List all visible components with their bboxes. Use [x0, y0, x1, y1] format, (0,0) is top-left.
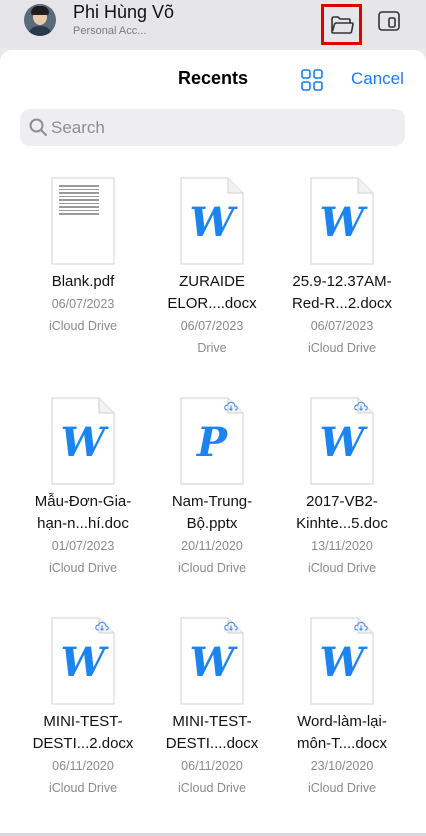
cloud-download-icon — [95, 621, 109, 631]
file-location: iCloud Drive — [177, 561, 247, 575]
file-item[interactable]: W Word-làm-lại-môn-T....docx 23/10/2020 iCl… — [277, 617, 407, 799]
account-bar: Phi Hùng Võ Personal Acc... — [0, 0, 426, 48]
file-name-line2: ELOR....docx — [167, 295, 257, 312]
device-icon — [378, 11, 400, 31]
cloud-download-icon — [224, 401, 238, 411]
file-type-letter: W — [319, 419, 365, 466]
file-date: 06/07/2023 — [51, 297, 115, 311]
file-name-line2: hạn-n...hí.doc — [37, 515, 129, 532]
search-icon — [29, 118, 47, 136]
file-item[interactable]: W MINI-TEST- DESTI...2.docx 06/11/2020 iClou… — [18, 617, 148, 799]
file-name-line2: Bộ.pptx — [186, 515, 238, 532]
grid-icon — [301, 69, 323, 91]
folder-button[interactable] — [321, 4, 362, 45]
search-input[interactable]: Search — [51, 118, 105, 138]
file-name-line2: DESTI...2.docx — [32, 735, 134, 752]
account-subtitle: Personal Acc... — [73, 25, 147, 37]
cancel-button[interactable]: Cancel — [351, 69, 404, 89]
file-type-letter: W — [319, 639, 365, 686]
word-file-icon: W — [310, 617, 374, 705]
file-date: 20/11/2020 — [181, 539, 243, 553]
file-name: Word-làm-lại- — [297, 713, 387, 730]
file-name: MINI-TEST- — [172, 713, 252, 730]
pdf-thumbnail — [51, 177, 115, 265]
file-date: 23/10/2020 — [310, 759, 374, 773]
file-name-line2: Red-R...2.docx — [291, 295, 393, 312]
search-bar[interactable]: Search — [20, 109, 405, 146]
file-location: Drive — [197, 341, 227, 355]
word-file-icon: W — [51, 397, 115, 485]
file-name: 25.9-12.37AM- — [292, 273, 392, 290]
account-name: Phi Hùng Võ — [73, 2, 175, 22]
file-date: 13/11/2020 — [311, 539, 373, 553]
file-name: MINI-TEST- — [43, 713, 123, 730]
file-location: iCloud Drive — [48, 319, 118, 333]
word-file-icon: W — [310, 177, 374, 265]
file-item[interactable]: W 2017-VB2- Kinhte...5.doc 13/11/2020 iCloud… — [277, 397, 407, 579]
file-picker-sheet: Recents Cancel Search Blank.pdf 06/07/202… — [0, 50, 426, 836]
file-name: ZURAIDE — [179, 273, 245, 290]
file-date: 01/07/2023 — [51, 539, 115, 553]
folder-icon — [330, 15, 354, 34]
grid-view-button[interactable] — [301, 69, 323, 91]
file-type-letter: P — [196, 419, 228, 466]
file-item[interactable]: W ZURAIDE ELOR....docx 06/07/2023 Drive — [147, 177, 277, 359]
file-type-letter: W — [60, 419, 106, 466]
file-name: Mẫu-Đơn-Gia- — [34, 493, 132, 510]
word-file-icon: W — [310, 397, 374, 485]
file-item[interactable]: Blank.pdf 06/07/2023 iCloud Drive — [18, 177, 148, 337]
file-date: 06/11/2020 — [181, 759, 243, 773]
file-name-line2: Kinhte...5.doc — [296, 515, 388, 532]
file-name: Nam-Trung- — [171, 493, 253, 510]
file-location: iCloud Drive — [177, 781, 247, 795]
word-file-icon: W — [51, 617, 115, 705]
cloud-download-icon — [224, 621, 238, 631]
file-type-letter: W — [189, 199, 235, 246]
file-location: iCloud Drive — [48, 561, 118, 575]
file-location: iCloud Drive — [307, 561, 377, 575]
file-date: 06/07/2023 — [180, 319, 244, 333]
file-location: iCloud Drive — [307, 781, 377, 795]
file-location: iCloud Drive — [307, 341, 377, 355]
file-item[interactable]: W MINI-TEST- DESTI....docx 06/11/2020 iCloud… — [147, 617, 277, 799]
word-file-icon: W — [180, 617, 244, 705]
file-type-letter: W — [60, 639, 106, 686]
file-name-line2: môn-T....docx — [296, 735, 388, 752]
file-name: 2017-VB2- — [306, 493, 378, 510]
file-type-letter: W — [189, 639, 235, 686]
file-name: Blank.pdf — [51, 273, 115, 290]
file-type-letter: W — [319, 199, 365, 246]
file-date: 06/07/2023 — [310, 319, 374, 333]
device-button[interactable] — [376, 8, 402, 34]
file-item[interactable]: P Nam-Trung- Bộ.pptx 20/11/2020 iCloud Drive — [147, 397, 277, 579]
file-item[interactable]: W 25.9-12.37AM- Red-R...2.docx 06/07/2023 iC… — [277, 177, 407, 359]
file-name-line2: DESTI....docx — [165, 735, 259, 752]
word-file-icon: W — [180, 177, 244, 265]
avatar[interactable] — [24, 4, 56, 36]
cloud-download-icon — [354, 401, 368, 411]
file-item[interactable]: W Mẫu-Đơn-Gia-hạn-n...hí.doc 01/07/2023 iCl… — [18, 397, 148, 579]
file-date: 06/11/2020 — [52, 759, 114, 773]
powerpoint-file-icon: P — [180, 397, 244, 485]
cloud-download-icon — [354, 621, 368, 631]
file-location: iCloud Drive — [48, 781, 118, 795]
